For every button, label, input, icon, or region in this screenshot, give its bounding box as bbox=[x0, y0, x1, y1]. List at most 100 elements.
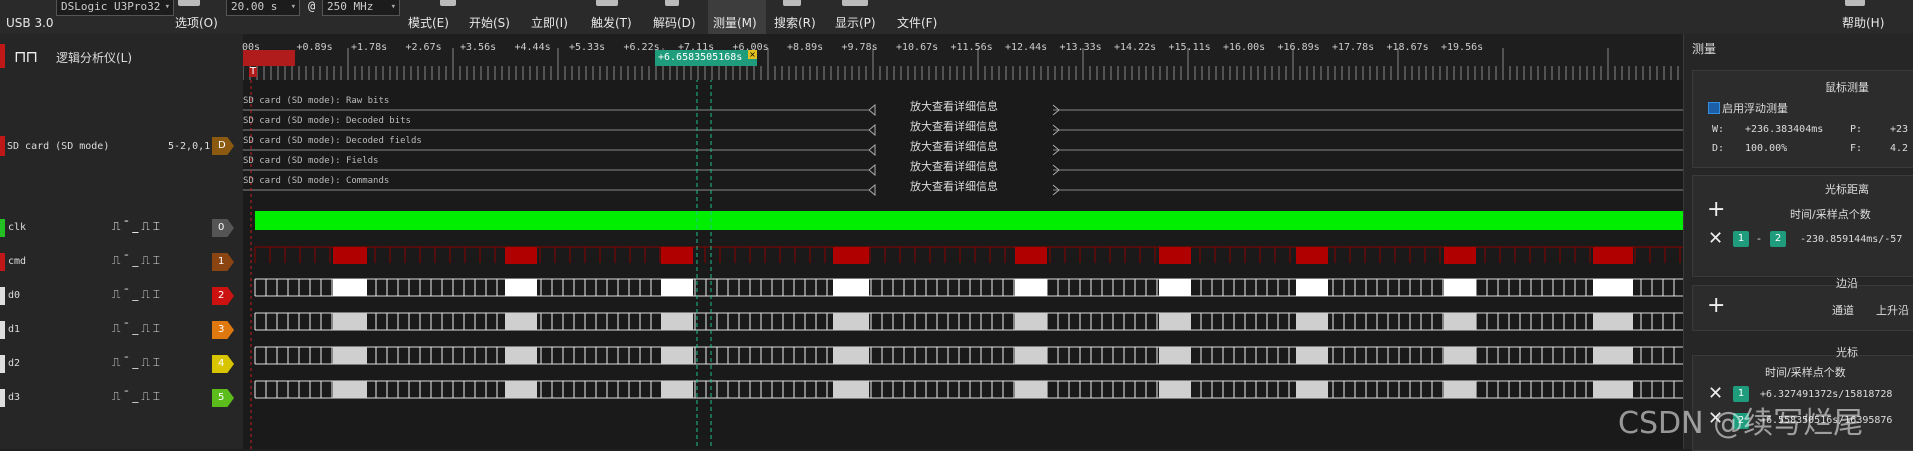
f-label: F: bbox=[1850, 143, 1863, 154]
sample-count-select[interactable]: 20.00 s ▾ bbox=[226, 0, 300, 16]
file-button[interactable]: 文件(F) bbox=[897, 14, 937, 31]
ruler-tick-label: +1.78s bbox=[351, 42, 388, 53]
ruler-tick-label: +12.44s bbox=[1005, 42, 1048, 53]
ruler-tick-label: +19.56s bbox=[1441, 42, 1484, 53]
cursor-time-samples-label: 时间/采样点个数 bbox=[1765, 366, 1846, 379]
help-button[interactable]: 帮助(H) bbox=[1842, 14, 1884, 31]
w-label: W: bbox=[1712, 124, 1725, 135]
distance-dash: - bbox=[1757, 232, 1761, 245]
decoder-row-label: SD card (SD mode): Raw bits bbox=[243, 96, 390, 106]
help-icon bbox=[1845, 0, 1865, 6]
trigger-icon bbox=[596, 0, 618, 6]
distance-value: -230.859144ms/-57 bbox=[1800, 234, 1903, 245]
waveform-area[interactable] bbox=[243, 80, 1683, 449]
zoom-hint: 放大查看详细信息 bbox=[910, 120, 998, 133]
mouse-measure-box bbox=[1692, 70, 1913, 168]
distance-from-badge[interactable]: 1 bbox=[1733, 231, 1749, 247]
p-value: +23 bbox=[1890, 124, 1909, 135]
ruler-tick-label: +0.89s bbox=[296, 42, 333, 53]
time-ruler[interactable]: 00s +0.89s +1.78s +2.67s +3.56s +4.44s +5.33s +… bbox=[242, 34, 1683, 80]
main-toolbar: USB 3.0 DSLogic U3Pro32 ▾ 选项(O) 20.00 s ▾ … bbox=[0, 0, 1913, 35]
device-select-value: DSLogic U3Pro32 bbox=[61, 0, 161, 13]
channel-name[interactable]: d1 bbox=[8, 324, 20, 335]
chevron-down-icon: ▾ bbox=[290, 2, 296, 12]
channel-marker bbox=[0, 321, 5, 339]
mouse-measure-title: 鼠标测量 bbox=[1825, 81, 1869, 94]
at-label: @ bbox=[308, 0, 316, 13]
search-button[interactable]: 搜索(R) bbox=[774, 14, 816, 31]
ruler-tick-label: +9.78s bbox=[841, 42, 878, 53]
channel-name[interactable]: cmd bbox=[8, 256, 26, 267]
instant-button[interactable]: 立即(I) bbox=[531, 14, 568, 31]
enable-float-label: 启用浮动测量 bbox=[1722, 102, 1788, 115]
ruler-ticks bbox=[243, 48, 1679, 80]
ruler-tick-label: +16.89s bbox=[1277, 42, 1320, 53]
channel-name[interactable]: d0 bbox=[8, 290, 20, 301]
chevron-down-icon: ▾ bbox=[390, 2, 396, 12]
trigger-t-icon: T bbox=[249, 66, 257, 77]
zoom-hint: 放大查看详细信息 bbox=[910, 140, 998, 153]
channel-marker bbox=[0, 253, 5, 271]
measure-button[interactable]: 测量(M) bbox=[713, 14, 757, 31]
zoom-hint: 放大查看详细信息 bbox=[910, 180, 998, 193]
logic-marker bbox=[0, 44, 5, 68]
cursor-title: 光标 bbox=[1836, 346, 1858, 359]
cursor-distance-title: 光标距离 bbox=[1825, 183, 1869, 196]
distance-to-badge[interactable]: 2 bbox=[1770, 231, 1786, 247]
edge-title: 边沿 bbox=[1836, 277, 1858, 290]
add-distance-icon[interactable]: + bbox=[1707, 199, 1725, 221]
decoder-row-label: SD card (SD mode): Commands bbox=[243, 176, 390, 186]
channel-marker bbox=[0, 287, 5, 305]
enable-float-checkbox[interactable] bbox=[1708, 102, 1720, 114]
ruler-tick-label: +11.56s bbox=[950, 42, 993, 53]
sample-rate-select[interactable]: 250 MHz ▾ bbox=[322, 0, 400, 16]
decoder-name[interactable]: SD card (SD mode) bbox=[7, 141, 109, 152]
logic-analyzer-title[interactable]: 逻辑分析仪(L) bbox=[56, 49, 132, 66]
decode-button[interactable]: 解码(D) bbox=[653, 14, 696, 31]
cursor-time-tag[interactable]: +6.6583505168s bbox=[655, 50, 757, 66]
decoder-channels: 5-2,0,1 bbox=[168, 141, 211, 152]
f-value: 4.2 bbox=[1890, 143, 1909, 154]
sample-count-value: 20.00 s bbox=[231, 0, 278, 13]
trigger-options-icon[interactable]: ⎍¯_⎍⌶ bbox=[112, 355, 163, 370]
decoder-row-label: SD card (SD mode): Decoded fields bbox=[243, 136, 422, 146]
trigger-options-icon[interactable]: ⎍¯_⎍⌶ bbox=[112, 389, 163, 404]
start-button[interactable]: 开始(S) bbox=[469, 14, 510, 31]
ruler-tick-label: +2.67s bbox=[405, 42, 442, 53]
zoom-hint: 放大查看详细信息 bbox=[910, 100, 998, 113]
add-edge-icon[interactable]: + bbox=[1707, 295, 1725, 317]
device-select[interactable]: DSLogic U3Pro32 ▾ bbox=[56, 0, 174, 16]
trigger-options-icon[interactable]: ⎍¯_⎍⌶ bbox=[112, 321, 163, 336]
ruler-tick-label: +13.33s bbox=[1059, 42, 1102, 53]
display-icon bbox=[842, 0, 868, 6]
channel-name[interactable]: clk bbox=[8, 222, 26, 233]
d-value: 100.00% bbox=[1745, 143, 1788, 154]
ruler-tick-label: +10.67s bbox=[896, 42, 939, 53]
trigger-options-icon[interactable]: ⎍¯_⎍⌶ bbox=[112, 253, 163, 268]
channel-marker bbox=[0, 355, 5, 373]
trigger-button[interactable]: 触发(T) bbox=[591, 14, 632, 31]
decode-icon bbox=[665, 0, 679, 6]
ruler-tick-label: +5.33s bbox=[569, 42, 606, 53]
scissors-icon bbox=[178, 0, 200, 6]
zoom-hint: 放大查看详细信息 bbox=[910, 160, 998, 173]
logic-analyzer-icon: ⊓⊓ bbox=[14, 47, 38, 66]
ruler-tick-label: +16.00s bbox=[1223, 42, 1266, 53]
channel-name[interactable]: d2 bbox=[8, 358, 20, 369]
trigger-options-icon[interactable]: ⎍¯_⎍⌶ bbox=[112, 219, 163, 234]
close-icon[interactable]: × bbox=[748, 50, 757, 59]
display-button[interactable]: 显示(P) bbox=[835, 14, 876, 31]
watermark: CSDN @续写烂尾 bbox=[1618, 406, 1864, 441]
channel-name[interactable]: d3 bbox=[8, 392, 20, 403]
trigger-options-icon[interactable]: ⎍¯_⎍⌶ bbox=[112, 287, 163, 302]
decoder-marker bbox=[0, 136, 5, 156]
search-icon bbox=[783, 0, 801, 6]
remove-distance-icon[interactable]: ✕ bbox=[1708, 230, 1723, 248]
ruler-tick-label: +18.67s bbox=[1386, 42, 1429, 53]
trigger-marker bbox=[243, 50, 295, 66]
mode-icon bbox=[440, 0, 456, 6]
ruler-tick-label: +3.56s bbox=[460, 42, 497, 53]
options-button[interactable]: 选项(O) bbox=[175, 14, 218, 31]
mode-menu[interactable]: 模式(E) bbox=[408, 14, 449, 31]
ruler-tick-label: +15.11s bbox=[1168, 42, 1211, 53]
